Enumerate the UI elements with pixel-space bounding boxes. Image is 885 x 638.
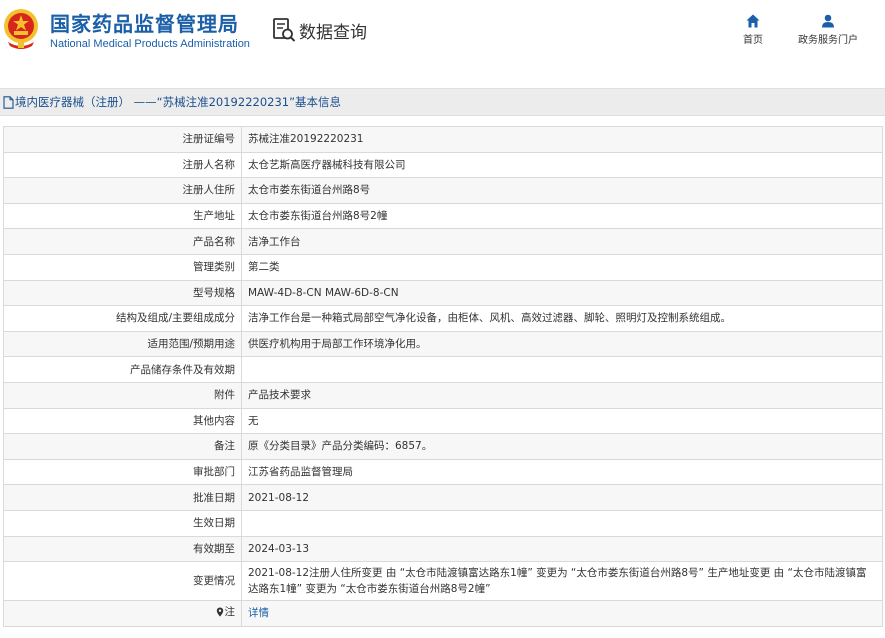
table-row: 产品名称 洁净工作台 (3, 228, 883, 255)
row-value: 第二类 (241, 253, 883, 281)
document-icon (3, 95, 14, 109)
row-value: 江苏省药品监督管理局 (241, 458, 883, 486)
row-label: 产品储存条件及有效期 (3, 356, 242, 383)
row-label: 适用范围/预期用途 (3, 330, 242, 358)
nav-home-label: 首页 (743, 35, 763, 46)
record-title-bar: 境内医疗器械（注册） ——“苏械注准20192220231”基本信息 (0, 88, 885, 116)
row-value (241, 356, 883, 383)
row-value: 洁净工作台 (241, 228, 883, 255)
row-value: 洁净工作台是一种箱式局部空气净化设备，由柜体、风机、高效过滤器、脚轮、照明灯及控… (241, 305, 883, 332)
detail-table: 注册证编号 苏械注准20192220231 注册人名称 太仓艺斯高医疗器械科技有… (3, 126, 883, 627)
table-row: 注册人名称 太仓艺斯高医疗器械科技有限公司 (3, 151, 883, 179)
table-row: 管理类别 第二类 (3, 253, 883, 281)
table-row: 型号规格 MAW-4D-8-CN MAW-6D-8-CN (3, 279, 883, 307)
row-value: 产品技术要求 (241, 381, 883, 409)
row-label: 型号规格 (3, 279, 242, 307)
row-label: 有效期至 (3, 535, 242, 563)
table-row: 结构及组成/主要组成成分 洁净工作台是一种箱式局部空气净化设备，由柜体、风机、高… (3, 305, 883, 332)
table-row: 注册人住所 太仓市娄东街道台州路8号 (3, 177, 883, 204)
row-value: 苏械注准20192220231 (241, 126, 883, 153)
row-label: 附件 (3, 381, 242, 409)
table-row: 其他内容 无 (3, 407, 883, 435)
note-label-wrap: 注 (216, 604, 236, 620)
row-label: 备注 (3, 433, 242, 460)
row-value (241, 509, 883, 537)
row-value: 太仓市娄东街道台州路8号 (241, 177, 883, 204)
row-label: 审批部门 (3, 458, 242, 486)
row-value: 2024-03-13 (241, 535, 883, 563)
row-value: 2021-08-12注册人住所变更 由 “太仓市陆渡镇富达路东1幢” 变更为 “… (241, 561, 883, 602)
row-value: MAW-4D-8-CN MAW-6D-8-CN (241, 279, 883, 307)
row-value: 供医疗机构用于局部工作环境净化用。 (241, 330, 883, 358)
table-row: 生效日期 (3, 509, 883, 537)
site-header: 国家药品监督管理局 National Medical Products Admi… (0, 0, 885, 70)
agency-name-cn: 国家药品监督管理局 (50, 12, 239, 36)
row-value: 2021-08-12 (241, 484, 883, 511)
row-label: 产品名称 (3, 228, 242, 255)
data-search-icon (273, 18, 296, 42)
table-row: 适用范围/预期用途 供医疗机构用于局部工作环境净化用。 (3, 330, 883, 358)
site-title-block: 数据查询 (272, 17, 367, 43)
record-title: 境内医疗器械（注册） ——“苏械注准20192220231”基本信息 (15, 95, 342, 109)
table-row: 注册证编号 苏械注准20192220231 (3, 126, 883, 153)
table-row: 批准日期 2021-08-12 (3, 484, 883, 511)
table-row: 审批部门 江苏省药品监督管理局 (3, 458, 883, 486)
table-row: 备注 原《分类目录》产品分类编码：6857。 (3, 433, 883, 460)
row-label: 其他内容 (3, 407, 242, 435)
row-label: 注册人住所 (3, 177, 242, 204)
table-row: 产品储存条件及有效期 (3, 356, 883, 383)
row-value: 太仓市娄东街道台州路8号2幢 (241, 202, 883, 230)
table-row: 有效期至 2024-03-13 (3, 535, 883, 563)
home-icon (746, 14, 760, 28)
row-label: 注 (3, 600, 242, 627)
agency-name-en: National Medical Products Administration (50, 38, 250, 50)
row-value: 详情 (241, 600, 883, 627)
row-label: 结构及组成/主要组成成分 (3, 305, 242, 332)
user-icon (822, 14, 834, 28)
table-row: 生产地址 太仓市娄东街道台州路8号2幢 (3, 202, 883, 230)
nav-portal-label: 政务服务门户 (798, 35, 858, 46)
row-label: 生产地址 (3, 202, 242, 230)
table-row: 变更情况 2021-08-12注册人住所变更 由 “太仓市陆渡镇富达路东1幢” … (3, 561, 883, 602)
table-row-note: 注 详情 (3, 600, 883, 627)
table-row: 附件 产品技术要求 (3, 381, 883, 409)
nav-home-button[interactable]: 首页 (738, 14, 768, 46)
detail-link[interactable]: 详情 (248, 607, 269, 619)
row-label: 管理类别 (3, 253, 242, 281)
row-label: 变更情况 (3, 561, 242, 602)
row-label: 生效日期 (3, 509, 242, 537)
row-value: 太仓艺斯高医疗器械科技有限公司 (241, 151, 883, 179)
row-value: 无 (241, 407, 883, 435)
nav-portal-button[interactable]: 政务服务门户 (792, 14, 864, 46)
row-value: 原《分类目录》产品分类编码：6857。 (241, 433, 883, 460)
row-label: 注册证编号 (3, 126, 242, 153)
site-title: 数据查询 (299, 22, 367, 43)
row-label: 批准日期 (3, 484, 242, 511)
row-label: 注册人名称 (3, 151, 242, 179)
note-label: 注 (224, 606, 236, 619)
national-emblem-icon (4, 9, 38, 49)
pin-icon (216, 607, 223, 617)
